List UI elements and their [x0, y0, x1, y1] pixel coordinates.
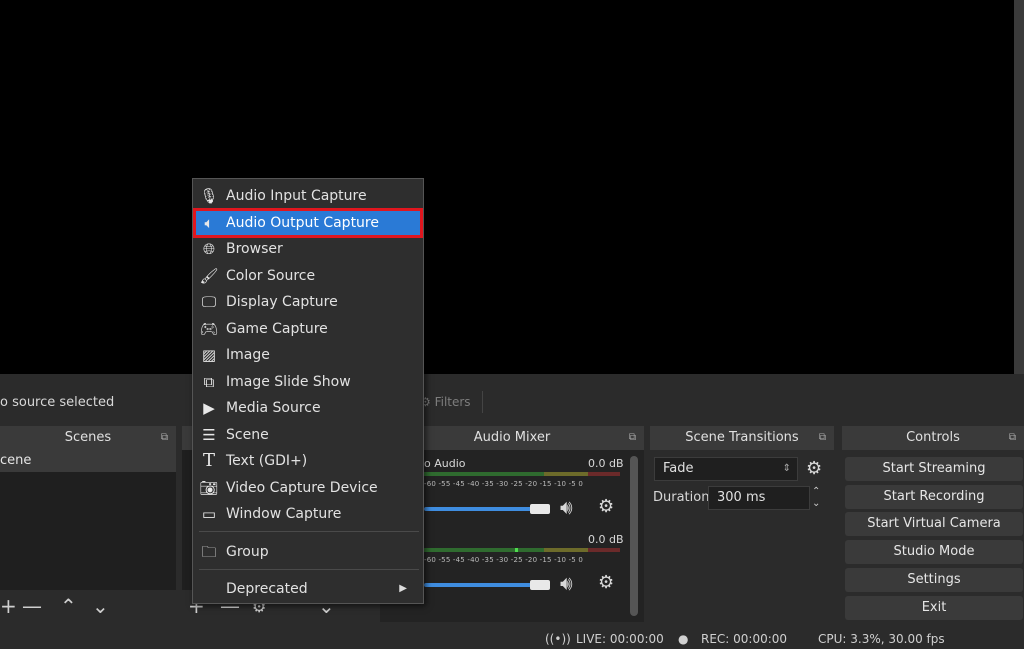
menu-item-text-gdi[interactable]: T Text (GDI+) [195, 448, 421, 474]
chevron-right-icon: ▶ [399, 583, 407, 594]
duration-input[interactable]: 300 ms [708, 486, 810, 510]
cpu-usage: CPU: 3.3%, 30.00 fps [818, 632, 945, 646]
volume-slider[interactable] [424, 507, 534, 511]
menu-item-image[interactable]: ▨ Image [195, 342, 421, 368]
duration-stepper[interactable]: ⌃ ⌄ [812, 486, 820, 510]
menu-item-game-capture[interactable]: 🎮︎ Game Capture [195, 316, 421, 342]
exit-button[interactable]: Exit [845, 596, 1023, 620]
menu-item-browser[interactable]: 🌐︎ Browser [195, 236, 421, 262]
source-toolbar: o source selected ⚙ Filters [0, 387, 1024, 419]
menu-item-group[interactable]: 🗀 Group [195, 539, 421, 565]
scene-item[interactable]: cene [0, 450, 176, 472]
vu-peak-indicator [515, 548, 518, 552]
chevron-updown-icon: ⇕ [782, 463, 791, 474]
volume-slider-handle[interactable] [530, 504, 550, 514]
menu-item-scene[interactable]: ☰ Scene [195, 422, 421, 448]
undock-icon[interactable]: ⧉ [629, 426, 636, 450]
speaker-icon[interactable]: 🔊︎ [560, 495, 573, 519]
vu-meter-red [588, 472, 620, 476]
no-source-label: o source selected [0, 395, 115, 410]
preview-edge [1014, 0, 1024, 374]
globe-icon: 🌐︎ [202, 240, 215, 258]
rec-indicator-icon: ● [678, 632, 689, 646]
menu-item-media-source[interactable]: ▶ Media Source [195, 395, 421, 421]
menu-item-color-source[interactable]: 🖌︎ Color Source [195, 263, 421, 289]
gamepad-icon: 🎮︎ [199, 320, 219, 338]
add-scene-icon[interactable]: + [0, 594, 17, 618]
gear-icon[interactable]: ⚙ [598, 572, 614, 593]
preview-canvas[interactable] [0, 0, 1014, 374]
live-indicator-icon: ((•)) [545, 632, 571, 646]
menu-item-deprecated[interactable]: Deprecated ▶ [195, 576, 421, 602]
vu-meter-yellow [544, 472, 588, 476]
undock-icon[interactable]: ⧉ [819, 426, 826, 450]
list-icon: ☰ [202, 426, 216, 444]
volume-slider-handle[interactable] [530, 580, 550, 590]
add-source-menu: 🎙︎ Audio Input Capture 🔈︎ Audio Output C… [192, 178, 424, 604]
scenes-dock-title: Scenes ⧉ [0, 426, 176, 450]
speaker-icon[interactable]: 🔊︎ [560, 571, 573, 595]
menu-item-window-capture[interactable]: ▭ Window Capture [195, 501, 421, 527]
image-icon: ▨ [201, 346, 217, 364]
folder-icon: 🗀 [201, 543, 217, 561]
start-streaming-button[interactable]: Start Streaming [845, 457, 1023, 481]
vu-meter-green [424, 472, 544, 476]
menu-item-display-capture[interactable]: 🖵︎ Display Capture [195, 289, 421, 315]
live-timer: LIVE: 00:00:00 [576, 632, 664, 646]
filters-button[interactable]: ⚙ Filters [420, 395, 471, 409]
microphone-icon: 🎙︎ [199, 187, 219, 205]
duration-label: Duration [653, 490, 710, 505]
mixer-scrollbar[interactable] [630, 456, 638, 616]
speaker-icon: 🔈︎ [204, 214, 214, 232]
camera-icon: 📷︎ [199, 479, 219, 497]
meter-ticks: -60 -55 -45 -40 -35 -30 -25 -20 -15 -10 … [424, 556, 584, 564]
mixer-channel-db: 0.0 dB [588, 533, 624, 546]
volume-slider[interactable] [424, 583, 534, 587]
controls-title: Controls ⧉ [842, 426, 1024, 450]
monitor-icon: 🖵︎ [201, 293, 217, 311]
menu-item-audio-output-capture[interactable]: 🔈︎ Audio Output Capture [193, 208, 423, 238]
vu-meter-red [588, 548, 620, 552]
settings-button[interactable]: Settings [845, 568, 1023, 592]
menu-item-video-capture-device[interactable]: 📷︎ Video Capture Device [195, 475, 421, 501]
slideshow-icon: ⧉ [203, 373, 215, 391]
vu-meter-green [424, 548, 544, 552]
brush-icon: 🖌︎ [199, 267, 219, 285]
text-icon: T [202, 450, 215, 471]
move-up-icon[interactable]: ⌃ [60, 594, 77, 618]
play-icon: ▶ [203, 399, 215, 417]
scene-transitions-title: Scene Transitions ⧉ [650, 426, 834, 450]
toolbar-divider [482, 391, 483, 413]
studio-mode-button[interactable]: Studio Mode [845, 540, 1023, 564]
window-icon: ▭ [201, 505, 217, 523]
transition-select[interactable]: Fade ⇕ [654, 457, 798, 481]
menu-item-image-slide-show[interactable]: ⧉ Image Slide Show [195, 369, 421, 395]
scenes-list: cene [0, 450, 176, 590]
remove-scene-icon[interactable]: — [22, 594, 42, 618]
move-down-icon[interactable]: ⌄ [92, 594, 109, 618]
start-virtual-camera-button[interactable]: Start Virtual Camera [845, 512, 1023, 536]
gear-icon[interactable]: ⚙ [598, 496, 614, 517]
mixer-channel-db: 0.0 dB [588, 457, 624, 470]
meter-ticks: -60 -55 -45 -40 -35 -30 -25 -20 -15 -10 … [424, 480, 584, 488]
undock-icon[interactable]: ⧉ [1009, 426, 1016, 450]
menu-divider [199, 531, 419, 532]
menu-divider [199, 569, 419, 570]
gear-icon[interactable]: ⚙ [806, 458, 822, 479]
menu-item-audio-input-capture[interactable]: 🎙︎ Audio Input Capture [195, 183, 421, 209]
mixer-channel-name: o Audio [424, 457, 466, 470]
scenes-toolbar: + — ⌃ ⌄ [0, 592, 176, 622]
rec-timer: REC: 00:00:00 [701, 632, 788, 646]
start-recording-button[interactable]: Start Recording [845, 485, 1023, 509]
undock-icon[interactable]: ⧉ [161, 426, 168, 450]
vu-meter-yellow [544, 548, 588, 552]
status-bar: ((•)) LIVE: 00:00:00 ● REC: 00:00:00 CPU… [0, 630, 1024, 649]
